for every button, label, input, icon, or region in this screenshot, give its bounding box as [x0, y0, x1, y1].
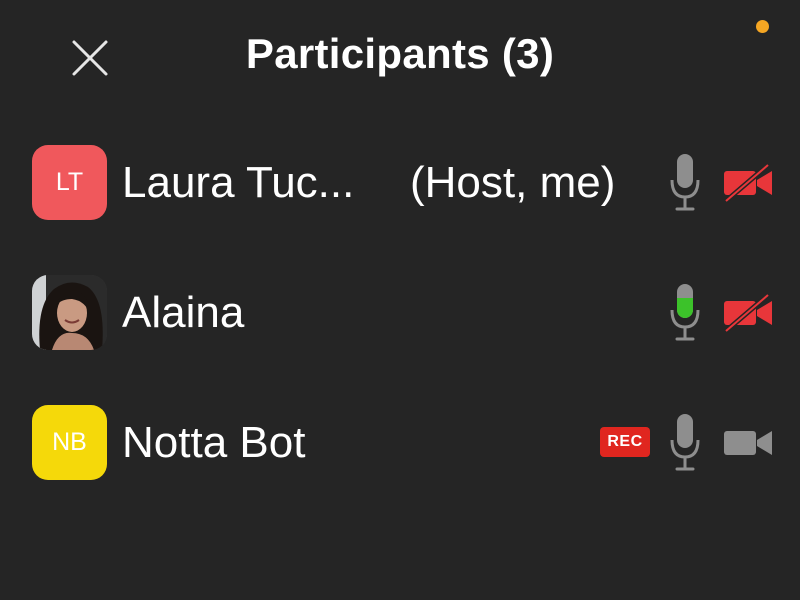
mic-speaking-icon[interactable]	[668, 282, 702, 344]
page-title: Participants (3)	[245, 30, 555, 77]
avatar-photo	[32, 275, 107, 350]
mic-icon[interactable]	[668, 412, 702, 474]
recording-badge: REC	[600, 427, 650, 457]
avatar-initials: LT	[55, 168, 84, 196]
video-off-icon[interactable]	[722, 163, 774, 203]
participant-name: Laura Tuc...	[122, 158, 355, 207]
participant-name: Notta Bot	[122, 418, 306, 467]
participant-role: (Host, me)	[410, 158, 616, 207]
avatar: NB	[32, 405, 107, 480]
participants-header: Participants (3)	[0, 0, 800, 115]
participant-row-laura[interactable]: LT Laura Tuc... (Host, me)	[0, 130, 800, 260]
mic-icon[interactable]	[668, 152, 702, 214]
avatar: LT	[32, 145, 107, 220]
participants-list: LT Laura Tuc... (Host, me) Alaina NB Not…	[0, 130, 800, 520]
video-off-icon[interactable]	[722, 293, 774, 333]
avatar-initials: NB	[52, 428, 87, 456]
participant-name: Alaina	[122, 288, 245, 337]
status-dot	[756, 20, 769, 33]
video-icon[interactable]	[722, 423, 774, 463]
participant-row-notta-bot[interactable]: NB Notta Bot REC	[0, 390, 800, 520]
participant-row-alaina[interactable]: Alaina	[0, 260, 800, 390]
